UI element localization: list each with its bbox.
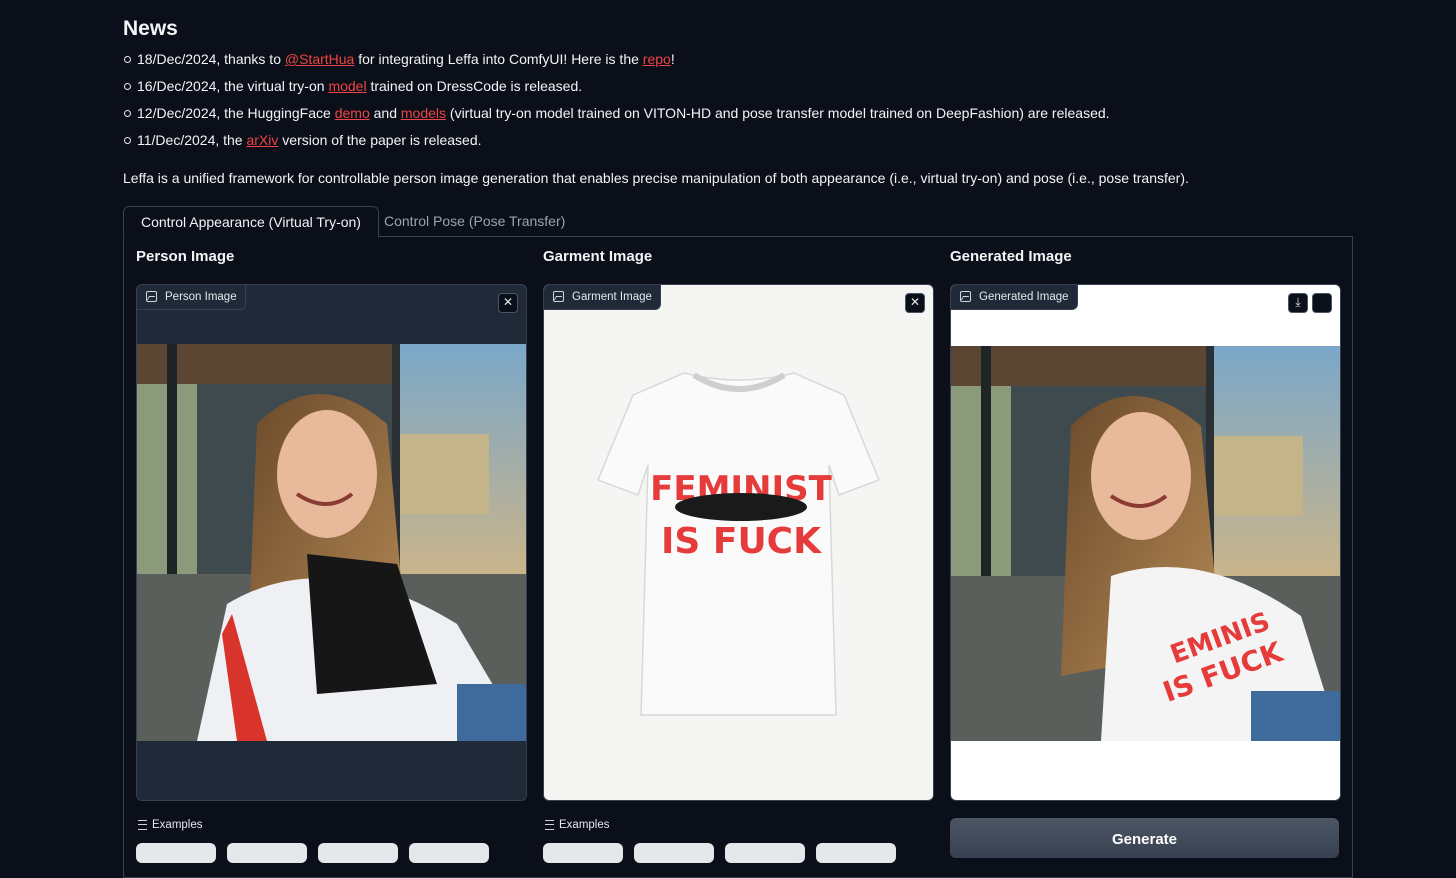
image-icon [146, 291, 157, 302]
bullet-icon [124, 83, 131, 90]
example-thumbnail[interactable] [634, 843, 714, 863]
news-list: 18/Dec/2024, thanks to @StartHua for int… [123, 50, 1110, 158]
news-item: 16/Dec/2024, the virtual try-on model tr… [124, 77, 1110, 104]
demo-link[interactable]: demo [335, 105, 370, 121]
intro-text: Leffa is a unified framework for control… [123, 170, 1189, 186]
close-icon: ✕ [502, 295, 514, 309]
example-thumbnail[interactable] [227, 843, 307, 863]
generated-photo: EMINIS IS FUCK [951, 346, 1340, 741]
news-item: 12/Dec/2024, the HuggingFace demo and mo… [124, 104, 1110, 131]
bullet-icon [124, 137, 131, 144]
news-item: 18/Dec/2024, thanks to @StartHua for int… [124, 50, 1110, 77]
models-link[interactable]: models [401, 105, 446, 121]
tab-pose-transfer[interactable]: Control Pose (Pose Transfer) [367, 206, 582, 236]
arxiv-link[interactable]: arXiv [246, 132, 278, 148]
generated-image-title: Generated Image [950, 248, 1072, 265]
garment-photo: FEMINIST IS FUCK [597, 372, 880, 716]
repo-link[interactable]: repo [643, 51, 671, 67]
garment-examples-label: Examples [545, 819, 610, 831]
person-photo [137, 344, 526, 741]
news-heading: News [123, 17, 178, 40]
close-icon: ✕ [909, 295, 921, 309]
example-thumbnail[interactable] [816, 843, 896, 863]
list-icon [545, 819, 554, 830]
download-button[interactable]: ⤓ [1288, 293, 1308, 313]
bullet-icon [124, 110, 131, 117]
garment-image-label: Garment Image [544, 285, 661, 310]
generated-image-label: Generated Image [951, 285, 1078, 310]
tab-panel: Person Image Person Image ✕ Examples Gar… [123, 236, 1353, 878]
tab-bar: Control Appearance (Virtual Try-on) Cont… [123, 206, 1353, 238]
example-thumbnail[interactable] [318, 843, 398, 863]
example-thumbnail[interactable] [409, 843, 489, 863]
clear-garment-button[interactable]: ✕ [905, 293, 925, 313]
example-thumbnail[interactable] [136, 843, 216, 863]
list-icon [138, 819, 147, 830]
tab-virtual-try-on[interactable]: Control Appearance (Virtual Try-on) [123, 206, 379, 238]
clear-person-button[interactable]: ✕ [498, 293, 518, 313]
person-image-label: Person Image [137, 285, 246, 310]
fullscreen-button[interactable] [1312, 293, 1332, 313]
download-icon: ⤓ [1295, 295, 1301, 309]
news-item: 11/Dec/2024, the arXiv version of the pa… [124, 131, 1110, 158]
example-thumbnail[interactable] [725, 843, 805, 863]
example-thumbnail[interactable] [543, 843, 623, 863]
model-link[interactable]: model [328, 78, 366, 94]
generate-button[interactable]: Generate [950, 818, 1339, 858]
garment-image-title: Garment Image [543, 248, 653, 265]
image-icon [960, 291, 971, 302]
shirt-print-bottom: IS FUCK [661, 521, 822, 562]
person-image-upload[interactable]: Person Image ✕ [136, 284, 527, 801]
person-image-title: Person Image [136, 248, 235, 265]
person-examples-label: Examples [138, 819, 203, 831]
starthua-link[interactable]: @StartHua [285, 51, 354, 67]
garment-image-upload[interactable]: Garment Image ✕ FEMINIST IS FUCK [543, 284, 934, 801]
image-icon [553, 291, 564, 302]
generated-image-output: Generated Image ⤓ EMINIS IS FUCK [950, 284, 1341, 801]
bullet-icon [124, 56, 131, 63]
